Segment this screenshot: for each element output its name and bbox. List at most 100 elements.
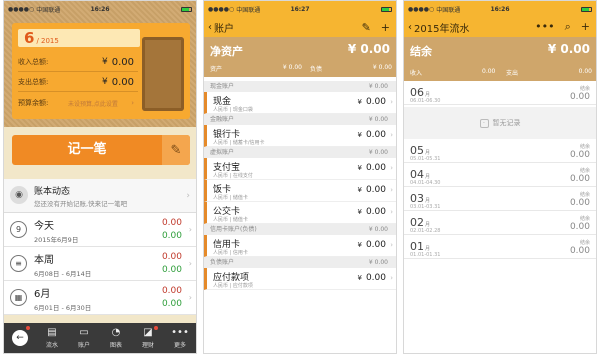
edit-pencil-icon[interactable]: ✎ xyxy=(362,21,371,34)
currency-symbol: ¥ xyxy=(357,274,362,282)
account-subtitle: 人民币 | 在线支付 xyxy=(213,173,253,179)
balance-label: 结余 xyxy=(410,45,432,58)
income-row: 收入总额: ¥0.00 xyxy=(18,55,138,69)
row-title: 本周 xyxy=(34,255,54,266)
more-dots-icon[interactable]: ••• xyxy=(535,20,554,34)
chevron-right-icon: › xyxy=(188,293,192,302)
account-row[interactable]: 现金 人民币 | 现金口袋 ¥0.00 › xyxy=(204,92,396,114)
account-row[interactable]: 饭卡 人民币 | 储值卡 ¥0.00 › xyxy=(204,180,396,202)
account-row[interactable]: 银行卡 人民币 | 储蓄卡/信用卡 ¥0.00 › xyxy=(204,125,396,147)
period-row-today[interactable]: 9 今天 2015年6月9日 0.00 0.00 › xyxy=(4,213,196,247)
tab-charts[interactable]: ◔ 图表 xyxy=(100,323,132,353)
month-row[interactable]: 04月 04.01-04.30 结余 0.00 xyxy=(404,165,596,187)
tab-more[interactable]: ••• 更多 xyxy=(164,323,196,353)
budget-label: 预算余额: xyxy=(18,99,49,107)
finance-icon: ◪ xyxy=(143,326,153,338)
nav-title[interactable]: 2015年流水 xyxy=(414,20,469,35)
tab-finance[interactable]: ◪ 理财 xyxy=(132,323,164,353)
account-group-header: 负债账户 ¥ 0.00 xyxy=(204,257,396,268)
expense-value: 0.00 xyxy=(161,231,182,241)
add-icon[interactable]: + xyxy=(581,20,590,34)
account-subtitle: 人民币 | 应付款项 xyxy=(213,283,253,289)
month-row[interactable]: 01月 01.01-01.31 结余 0.00 xyxy=(404,237,596,259)
group-total: ¥ 0.00 xyxy=(368,149,388,156)
account-value: 0.00 xyxy=(365,240,386,250)
empty-text: 暂无记录 xyxy=(492,119,521,127)
summary-list: ◉ 账本动态 您还没有开始记账,快来记一笔吧 › 9 今天 2015年6月9日 … xyxy=(4,179,196,315)
tab-label: 图表 xyxy=(109,341,122,349)
currency-symbol: ¥ xyxy=(102,77,108,87)
chevron-right-icon: › xyxy=(390,131,393,139)
tab-back[interactable]: ← xyxy=(4,323,36,353)
balance-caption: 结余 xyxy=(579,168,590,174)
search-icon[interactable]: ⌕ xyxy=(565,20,571,34)
expense-value: 0.00 xyxy=(111,76,134,88)
month-range: 01.01-01.31 xyxy=(410,252,441,258)
row-title: 今天 xyxy=(34,221,54,232)
group-total: ¥ 0.00 xyxy=(368,116,388,123)
ledger-dynamic-row[interactable]: ◉ 账本动态 您还没有开始记账,快来记一笔吧 › xyxy=(4,179,196,213)
assets-value: ¥ 0.00 xyxy=(282,64,302,71)
balance-caption: 结余 xyxy=(579,192,590,198)
tab-flow[interactable]: ▤ 流水 xyxy=(36,323,68,353)
wallet-icon[interactable] xyxy=(142,37,184,111)
accounts-screen: ●●●●○ 中国联通 16:27 ‹ 账户 ✎ + 净资产 ¥ 0.00 资产 ¥ … xyxy=(203,0,397,354)
empty-box-icon: · xyxy=(479,118,489,128)
chevron-right-icon: › xyxy=(188,225,192,234)
status-bar: ●●●●○ 中国联通 16:27 xyxy=(204,1,396,17)
expense-label: 支出 xyxy=(506,70,519,77)
budget-note: 未设预算,点此设置 xyxy=(68,100,118,108)
liabilities-label: 负债 xyxy=(310,66,323,73)
period-row-week[interactable]: ≡ 本周 6月08日 - 6月14日 0.00 0.00 › xyxy=(4,247,196,281)
chevron-right-icon: › xyxy=(390,98,393,106)
ledger-icon: ◉ xyxy=(10,186,28,204)
year-label: / 2015 xyxy=(36,37,59,45)
add-icon[interactable]: + xyxy=(381,21,390,34)
month-row[interactable]: 03月 03.01-03.31 结余 0.00 xyxy=(404,189,596,211)
balance-caption: 结余 xyxy=(579,216,590,222)
calendar-month-icon: ▦ xyxy=(10,289,27,306)
pie-chart-icon: ◔ xyxy=(111,326,121,338)
liabilities-value: ¥ 0.00 xyxy=(372,64,392,71)
account-group-header: 虚拟账户 ¥ 0.00 xyxy=(204,147,396,158)
notification-dot xyxy=(26,326,30,330)
assets-label: 资产 xyxy=(210,66,223,73)
back-chevron-icon[interactable]: ‹ xyxy=(208,22,212,33)
period-row-month[interactable]: ▦ 6月 6月01日 - 6月30日 0.00 0.00 › xyxy=(4,281,196,315)
record-button[interactable]: 记一笔 xyxy=(12,135,162,165)
month-row[interactable]: 06月 06.01-06.30 结余 0.00 xyxy=(404,83,596,105)
account-subtitle: 人民币 | 储值卡 xyxy=(213,195,248,201)
home-screen: ●●●●○ 中国联通 16:26 6/ 2015 收入总额: ¥0.00 支出总额:… xyxy=(3,0,197,354)
account-group-header: 现金账户 ¥ 0.00 xyxy=(204,81,396,92)
group-total: ¥ 0.00 xyxy=(368,226,388,233)
account-row[interactable]: 公交卡 人民币 | 储值卡 ¥0.00 › xyxy=(204,202,396,224)
expense-value: 0.00 xyxy=(161,299,182,309)
tab-accounts[interactable]: ▭ 账户 xyxy=(68,323,100,353)
budget-row[interactable]: 预算余额: 未设预算,点此设置 › xyxy=(18,96,138,110)
expense-value: 0.00 xyxy=(161,265,182,275)
month-range: 06.01-06.30 xyxy=(410,98,441,104)
month-summary-card[interactable]: 6/ 2015 收入总额: ¥0.00 支出总额: ¥0.00 预算余额: 未设预算,… xyxy=(12,23,190,119)
income-value: 0.00 xyxy=(482,68,496,75)
account-row[interactable]: 信用卡 人民币 | 信用卡 ¥0.00 › xyxy=(204,235,396,257)
month-row[interactable]: 05月 05.01-05.31 结余 0.00 xyxy=(404,141,596,163)
currency-symbol: ¥ xyxy=(357,186,362,194)
chevron-right-icon: › xyxy=(390,164,393,172)
nav-title[interactable]: 账户 xyxy=(214,20,234,35)
magic-wand-icon[interactable]: ✎ xyxy=(162,135,190,165)
back-chevron-icon[interactable]: ‹ xyxy=(408,22,412,33)
month-row[interactable]: 02月 02.01-02.28 结余 0.00 xyxy=(404,213,596,235)
tab-label: 更多 xyxy=(173,341,186,349)
tab-label: 账户 xyxy=(77,341,90,349)
status-bar: ●●●●○ 中国联通 16:26 xyxy=(4,1,196,17)
account-group-header: 金融账户 ¥ 0.00 xyxy=(204,114,396,125)
account-row[interactable]: 支付宝 人民币 | 在线支付 ¥0.00 › xyxy=(204,158,396,180)
month-date: 6/ 2015 xyxy=(18,29,140,47)
balance-caption: 结余 xyxy=(579,144,590,150)
month-balance: 0.00 xyxy=(569,174,590,184)
tab-bar: ← ▤ 流水 ▭ 账户 ◔ 图表 ◪ 理财 ••• 更多 xyxy=(4,323,196,353)
row-title: 账本动态 xyxy=(34,187,71,197)
account-subtitle: 人民币 | 信用卡 xyxy=(213,250,248,256)
account-row[interactable]: 应付款项 人民币 | 应付款项 ¥0.00 › xyxy=(204,268,396,290)
balance-caption: 结余 xyxy=(579,86,590,92)
